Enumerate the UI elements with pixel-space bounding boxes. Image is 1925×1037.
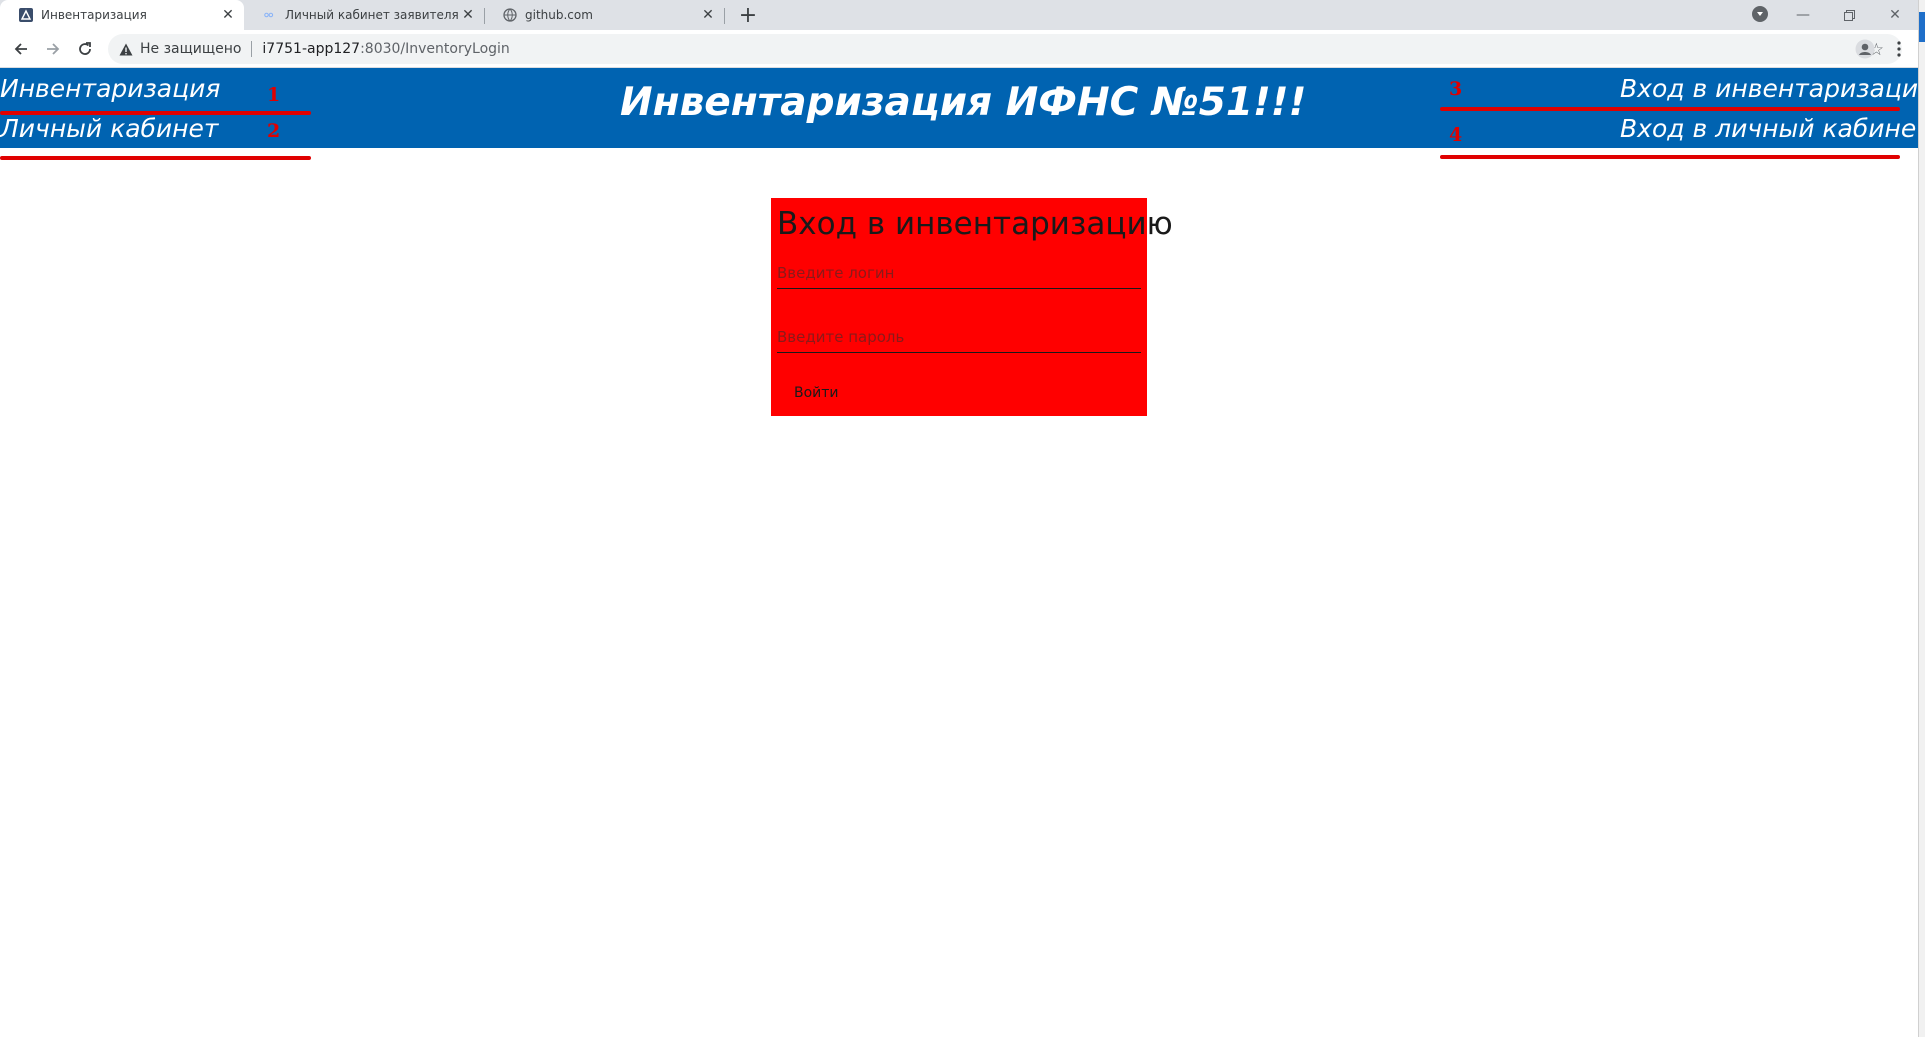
login-form-title: Вход в инвентаризацию [777, 206, 1173, 242]
forward-icon[interactable] [40, 36, 66, 62]
tab-search-icon[interactable] [1752, 6, 1768, 22]
login-input[interactable] [777, 258, 1141, 289]
back-icon[interactable] [8, 36, 34, 62]
url-path[interactable]: :8030/InventoryLogin [360, 41, 510, 57]
close-icon[interactable]: ✕ [700, 7, 716, 23]
close-icon[interactable]: ✕ [460, 7, 476, 23]
warning-icon[interactable] [118, 41, 134, 57]
tab-title: Личный кабинет заявителя [285, 8, 459, 22]
loading-favicon-icon [263, 8, 277, 22]
browser-tab-strip: Инвентаризация ✕ Личный кабинет заявител… [0, 0, 1925, 30]
tab-cabinet[interactable]: Личный кабинет заявителя ✕ [244, 0, 484, 30]
annotation-underline [1440, 155, 1900, 159]
nav-link-inventory[interactable]: Инвентаризация [0, 74, 220, 103]
annotation-underline [0, 111, 311, 115]
annotation-number: 2 [267, 120, 281, 142]
reload-icon[interactable] [72, 36, 98, 62]
address-divider [251, 41, 253, 57]
app-favicon-icon [19, 8, 33, 22]
nav-link-login-inventory[interactable]: Вход в инвентаризацию [1620, 74, 1925, 103]
annotation-underline [0, 156, 311, 160]
login-form: Вход в инвентаризацию Войти [771, 198, 1173, 416]
scrollbar-thumb[interactable] [1919, 12, 1925, 42]
annotation-number: 1 [267, 84, 281, 106]
globe-icon [503, 8, 517, 22]
annotation-underline [1440, 107, 1900, 111]
profile-icon[interactable] [1852, 36, 1878, 62]
tab-title: github.com [525, 8, 593, 22]
address-bar[interactable]: Не защищено i7751-app127:8030/InventoryL… [108, 34, 1902, 64]
annotation-number: 4 [1449, 124, 1463, 146]
password-input[interactable] [777, 322, 1141, 353]
close-icon[interactable]: ✕ [220, 7, 236, 23]
tab-title: Инвентаризация [41, 8, 147, 22]
security-status[interactable]: Не защищено [140, 41, 241, 57]
annotation-number: 3 [1449, 78, 1463, 100]
tab-separator [724, 8, 725, 24]
nav-link-login-cabinet[interactable]: Вход в личный кабинет [1620, 114, 1925, 143]
nav-link-cabinet[interactable]: Личный кабинет [0, 114, 218, 143]
submit-button[interactable]: Войти [778, 378, 855, 408]
tab-inventory[interactable]: Инвентаризация ✕ [0, 0, 244, 30]
restore-icon[interactable] [1826, 0, 1872, 30]
page-title: Инвентаризация ИФНС №51!!! [620, 80, 1307, 125]
tab-github[interactable]: github.com ✕ [484, 0, 724, 30]
new-tab-button[interactable]: + [736, 3, 760, 28]
menu-icon[interactable] [1886, 36, 1912, 62]
minimize-icon[interactable]: — [1780, 0, 1826, 30]
url-host[interactable]: i7751-app127 [262, 41, 360, 57]
close-window-icon[interactable]: ✕ [1872, 0, 1918, 30]
browser-toolbar: Не защищено i7751-app127:8030/InventoryL… [0, 30, 1925, 68]
scrollbar[interactable] [1918, 0, 1925, 1037]
